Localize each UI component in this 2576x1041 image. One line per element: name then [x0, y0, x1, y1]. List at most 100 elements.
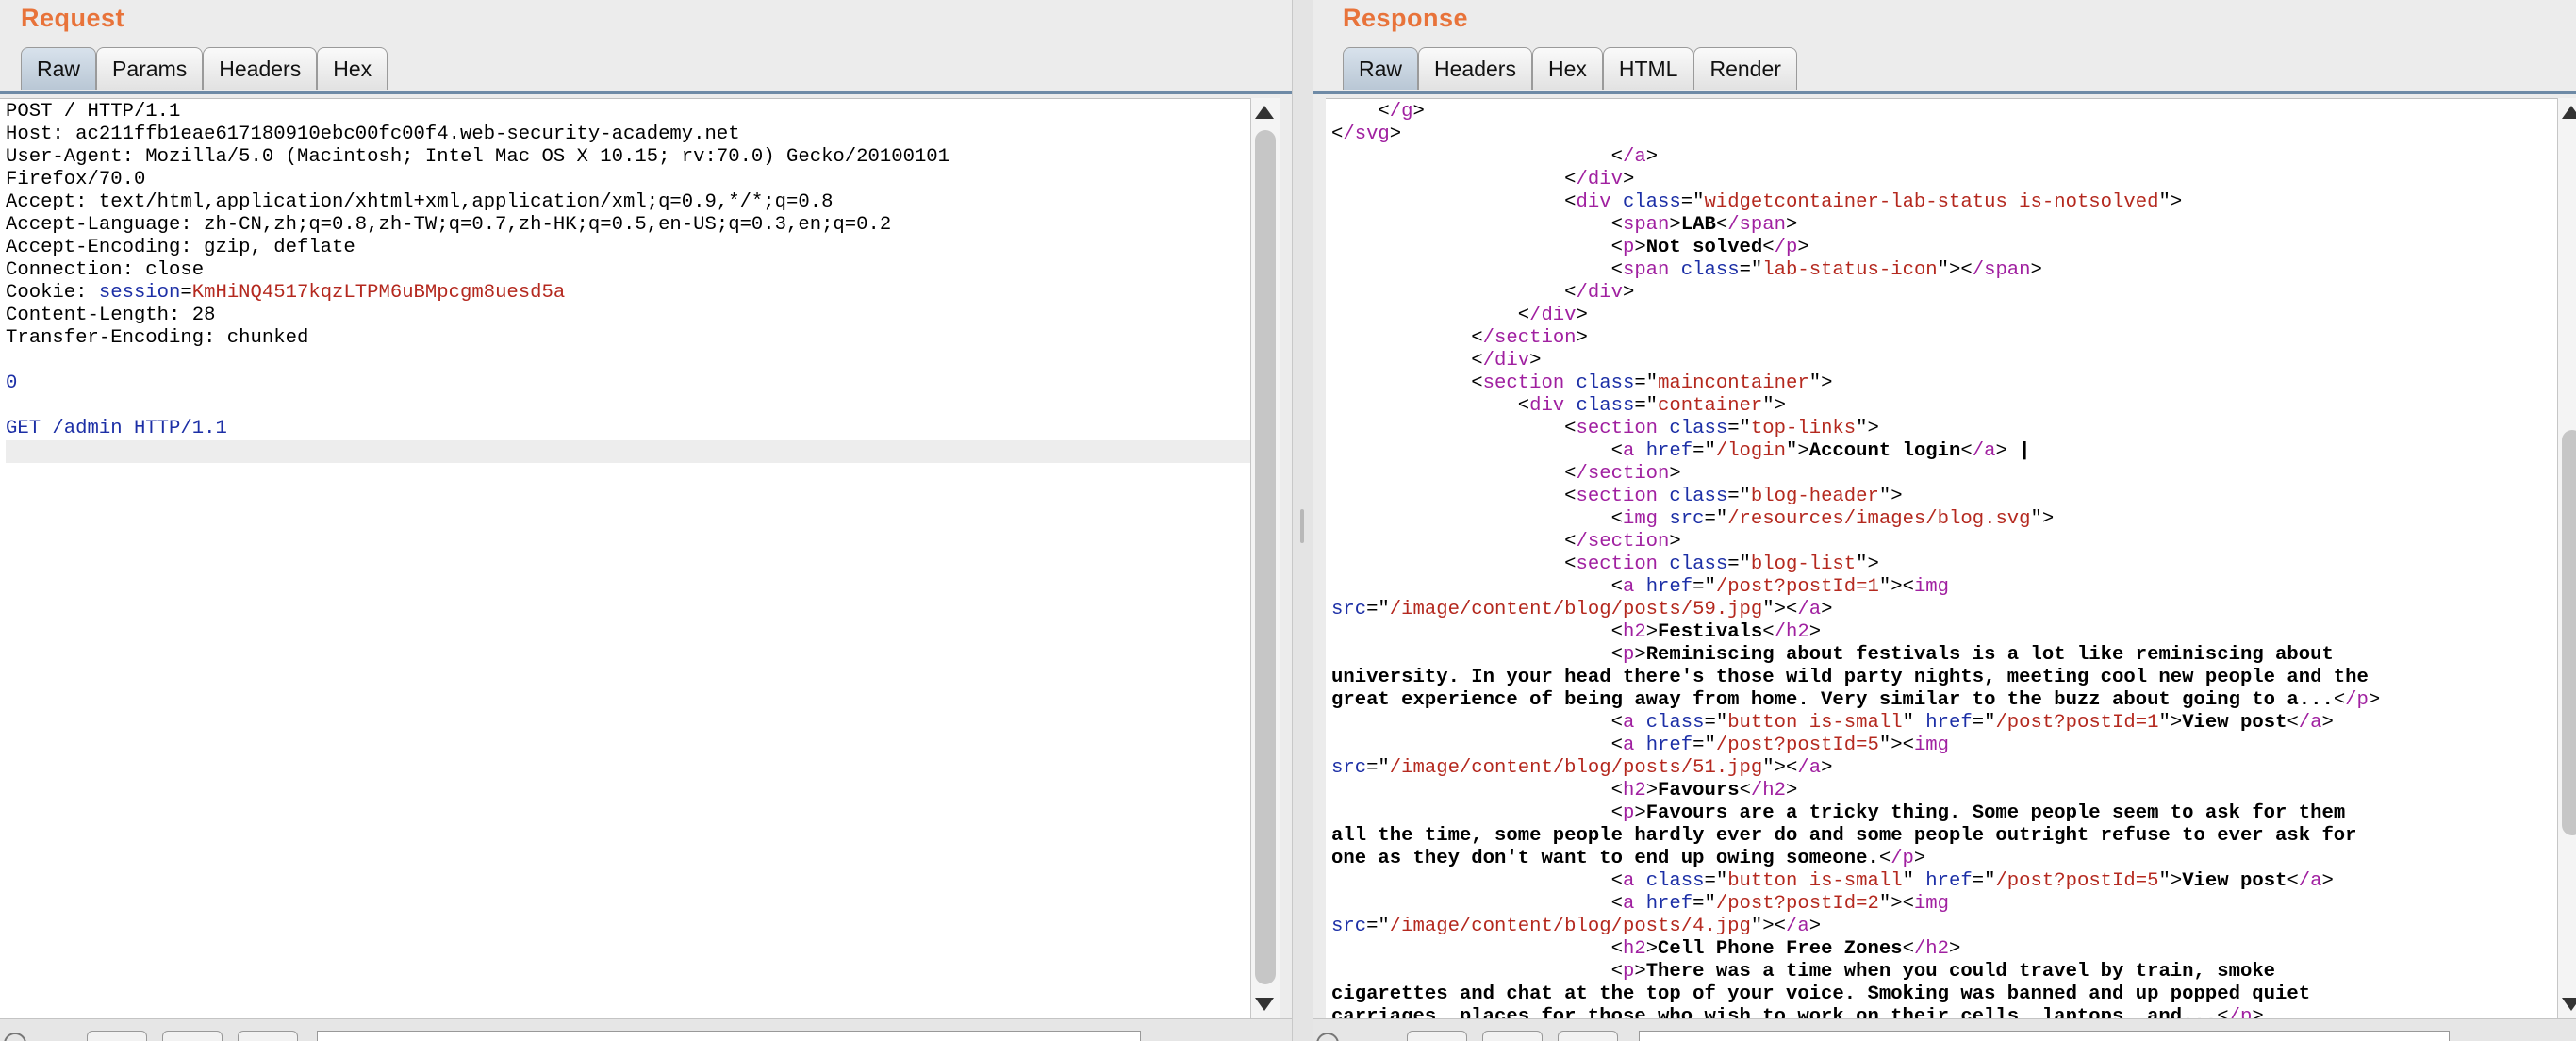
response-line: <a class="button is-small" href="/post?p…: [1331, 712, 2334, 734]
help-icon[interactable]: [4, 1033, 26, 1041]
request-line: Connection: close: [6, 259, 205, 281]
response-line: </div>: [1331, 350, 1542, 372]
request-editor[interactable]: POST / HTTP/1.1 Host: ac211ffb1eae6171809…: [0, 98, 1250, 1019]
request-line: Accept-Encoding: gzip, deflate: [6, 237, 355, 258]
response-line: <section class="maincontainer">: [1331, 372, 1833, 394]
response-line: </section>: [1331, 463, 1681, 485]
response-line: cigarettes and chat at the top of your v…: [1331, 983, 2311, 1005]
divider-grip[interactable]: [1300, 509, 1304, 543]
response-next-button[interactable]: [1558, 1031, 1618, 1041]
response-line: </svg>: [1331, 124, 1402, 145]
response-line: all the time, some people hardly ever do…: [1331, 825, 2357, 847]
response-tabs: Raw Headers Hex HTML Render: [1343, 47, 1797, 92]
scroll-down-arrow-icon[interactable]: [1255, 998, 1274, 1011]
response-code: </g> </svg> </a> </div> <div class="widge…: [1326, 99, 2557, 1019]
response-bottom-bar: [1313, 1018, 2576, 1041]
response-line: <a class="button is-small" href="/post?p…: [1331, 870, 2334, 892]
request-line: Firefox/70.0: [6, 169, 146, 190]
response-pane: Response Raw Headers Hex HTML Render </g…: [1313, 0, 2576, 1041]
help-icon[interactable]: [1316, 1033, 1339, 1041]
response-tab-underline: [1313, 91, 2576, 94]
response-line: </section>: [1331, 327, 1588, 349]
response-line: <p>Favours are a tricky thing. Some peop…: [1331, 802, 2346, 824]
request-tab-raw[interactable]: Raw: [21, 47, 97, 90]
response-tab-headers[interactable]: Headers: [1418, 47, 1532, 90]
pane-divider[interactable]: [1292, 0, 1314, 1041]
request-line: [6, 395, 1250, 418]
response-tab-render[interactable]: Render: [1693, 47, 1797, 90]
response-line: <section class="blog-header">: [1331, 486, 1903, 507]
response-scroll-thumb[interactable]: [2562, 430, 2576, 835]
response-tab-html[interactable]: HTML: [1602, 47, 1694, 90]
response-line: <section class="top-links">: [1331, 418, 1879, 439]
request-code: POST / HTTP/1.1 Host: ac211ffb1eae6171809…: [0, 99, 1250, 463]
request-scroll-thumb[interactable]: [1255, 130, 1276, 984]
request-tab-params[interactable]: Params: [96, 47, 204, 90]
scroll-up-arrow-icon[interactable]: [1255, 106, 1274, 119]
request-line: User-Agent: Mozilla/5.0 (Macintosh; Inte…: [6, 146, 950, 168]
request-search-input[interactable]: [317, 1031, 1141, 1041]
response-line: <a href="/post?postId=5"><img: [1331, 735, 1950, 756]
response-line: src="/image/content/blog/posts/51.jpg"><…: [1331, 757, 1833, 779]
request-tab-headers[interactable]: Headers: [203, 47, 318, 90]
response-tab-hex[interactable]: Hex: [1531, 47, 1603, 90]
response-tab-raw[interactable]: Raw: [1343, 47, 1419, 90]
request-line: Cookie: session=KmHiNQ4517kqzLTPM6uBMpcg…: [6, 282, 566, 304]
response-line: </a>: [1331, 146, 1659, 168]
request-tab-hex[interactable]: Hex: [317, 47, 388, 90]
response-add-button[interactable]: [1482, 1031, 1543, 1041]
response-line: src="/image/content/blog/posts/4.jpg"></…: [1331, 916, 1822, 937]
response-line: <div class="container">: [1331, 395, 1786, 417]
request-tabs: Raw Params Headers Hex: [21, 47, 388, 92]
response-line: one as they don't want to end up owing s…: [1331, 848, 1926, 869]
response-line: <img src="/resources/images/blog.svg">: [1331, 508, 2055, 530]
response-line: <h2>Favours</h2>: [1331, 780, 1798, 801]
response-line: src="/image/content/blog/posts/59.jpg"><…: [1331, 599, 1833, 620]
scroll-down-arrow-icon[interactable]: [2562, 998, 2576, 1011]
response-line: </div>: [1331, 169, 1635, 190]
response-title: Response: [1343, 4, 1469, 32]
request-line: GET /admin HTTP/1.1: [6, 418, 227, 439]
response-line: <h2>Cell Phone Free Zones</h2>: [1331, 938, 1961, 960]
scroll-up-arrow-icon[interactable]: [2562, 106, 2576, 119]
response-line: <a href="/post?postId=1"><img: [1331, 576, 1950, 598]
response-prev-button[interactable]: [1407, 1031, 1467, 1041]
request-tab-underline: [0, 91, 1292, 94]
response-line: <p>Not solved</p>: [1331, 237, 1809, 258]
request-line: 0: [6, 372, 18, 394]
request-scrollbar[interactable]: [1250, 98, 1280, 1018]
request-prev-button[interactable]: [87, 1031, 147, 1041]
response-search-input[interactable]: [1639, 1031, 2450, 1041]
response-line: carriages, places for those who wish to …: [1331, 1006, 2264, 1019]
response-line: great experience of being away from home…: [1331, 689, 2381, 711]
response-line: </section>: [1331, 531, 1681, 553]
response-line: <h2>Festivals</h2>: [1331, 621, 1822, 643]
request-line: [6, 440, 1250, 463]
request-pane: Request Raw Params Headers Hex POST / HT…: [0, 0, 1292, 1041]
request-line: Host: ac211ffb1eae617180910ebc00fc00f4.w…: [6, 124, 740, 145]
response-line: </div>: [1331, 282, 1635, 304]
request-title: Request: [21, 4, 125, 32]
request-line: POST / HTTP/1.1: [6, 101, 181, 123]
request-line: Accept-Language: zh-CN,zh;q=0.8,zh-TW;q=…: [6, 214, 892, 236]
request-add-button[interactable]: [162, 1031, 223, 1041]
request-next-button[interactable]: [238, 1031, 298, 1041]
response-line: <span>LAB</span>: [1331, 214, 1798, 236]
response-line: </div>: [1331, 305, 1588, 326]
request-line: Content-Length: 28: [6, 305, 216, 326]
response-line: <p>There was a time when you could trave…: [1331, 961, 2276, 983]
response-editor[interactable]: </g> </svg> </a> </div> <div class="widge…: [1326, 98, 2557, 1019]
response-line: <a href="/post?postId=2"><img: [1331, 893, 1950, 915]
response-line: <div class="widgetcontainer-lab-status i…: [1331, 191, 2183, 213]
request-line: Accept: text/html,application/xhtml+xml,…: [6, 191, 834, 213]
response-line: <section class="blog-list">: [1331, 554, 1879, 575]
request-line: Transfer-Encoding: chunked: [6, 327, 309, 349]
request-bottom-bar: [0, 1018, 1292, 1041]
response-line: <span class="lab-status-icon"></span>: [1331, 259, 2042, 281]
response-line: university. In your head there's those w…: [1331, 667, 2369, 688]
response-line: <p>Reminiscing about festivals is a lot …: [1331, 644, 2334, 666]
response-line: </g>: [1331, 101, 1425, 123]
request-line: [6, 350, 1250, 372]
response-scrollbar[interactable]: [2557, 98, 2576, 1018]
response-line: <a href="/login">Account login</a> |: [1331, 440, 2031, 462]
